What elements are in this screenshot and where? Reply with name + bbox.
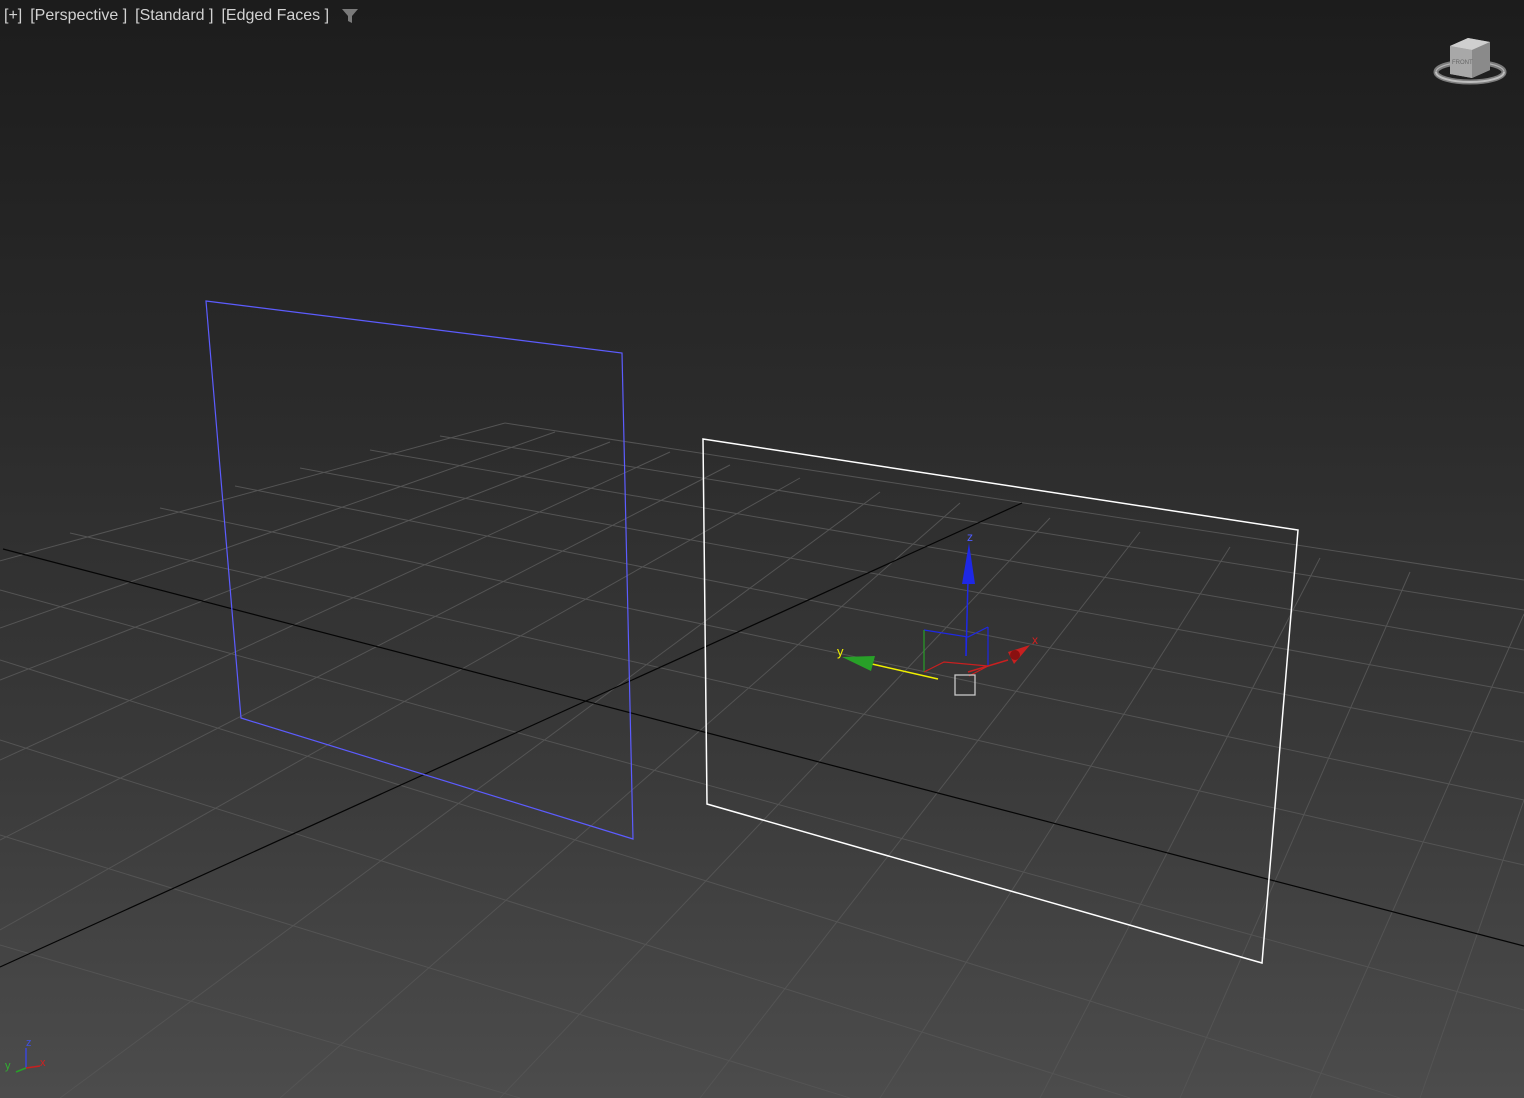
viewport-label-menu: [+] [Perspective ] [Standard ] [Edged Fa… — [4, 5, 359, 27]
gizmo-z-arrowhead[interactable] — [962, 543, 975, 584]
plane-wireframe-selected[interactable] — [702, 438, 1299, 964]
world-z-label: z — [26, 1037, 32, 1049]
viewcube-face-label: FRONT — [1452, 60, 1473, 66]
perspective-viewport[interactable]: z y x [+] [Perspective ] [Standard ] [Ed… — [0, 0, 1524, 1098]
gizmo-y-arrowhead[interactable] — [842, 656, 875, 671]
gizmo-y-axis[interactable] — [871, 663, 939, 680]
viewport-shading-standard-menu[interactable]: [Standard ] — [135, 7, 213, 25]
home-grid — [0, 422, 1524, 1098]
viewport-point-of-view-menu[interactable]: [Perspective ] — [30, 7, 127, 25]
world-y-label: y — [5, 1060, 11, 1072]
move-gizmo[interactable]: z y x — [837, 530, 1038, 696]
gizmo-center-handle[interactable] — [954, 674, 976, 696]
viewport-shading-mode-menu[interactable]: [Edged Faces ] — [221, 7, 329, 25]
gizmo-y-label: y — [837, 644, 844, 659]
world-x-label: x — [40, 1057, 46, 1069]
viewport-general-menu[interactable]: [+] — [4, 7, 22, 25]
viewcube-icon[interactable]: FRONT — [1428, 34, 1512, 90]
viewport-scene[interactable]: z y x — [0, 0, 1524, 1098]
gizmo-x-label: x — [1032, 633, 1038, 647]
filter-icon[interactable] — [341, 7, 359, 25]
gizmo-z-label: z — [967, 530, 973, 544]
world-axis-tripod: z x y — [2, 1036, 54, 1076]
plane-wireframe-unselected[interactable] — [205, 300, 634, 840]
gizmo-plane-handle-xz[interactable] — [923, 626, 989, 638]
gizmo-z-axis[interactable] — [965, 579, 969, 657]
